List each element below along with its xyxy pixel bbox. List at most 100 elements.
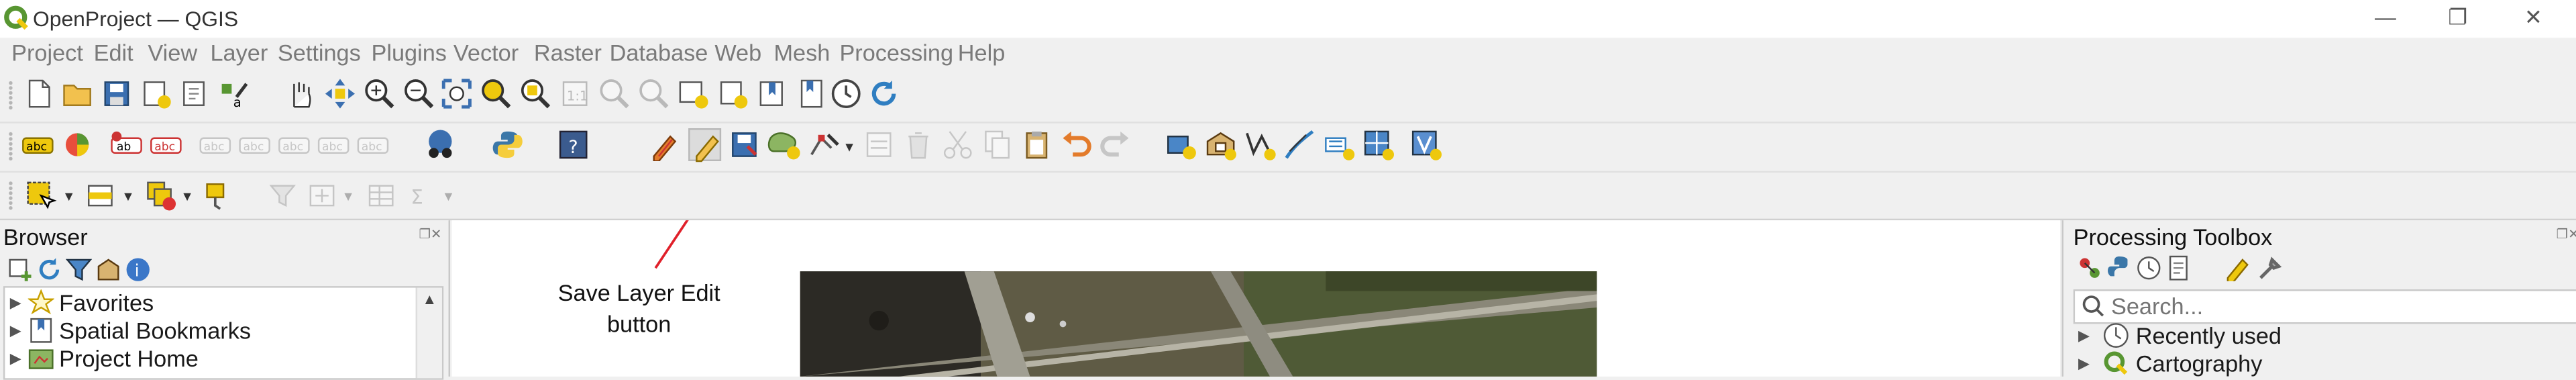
zoom-to-selection-icon[interactable] — [480, 77, 513, 110]
browser-item-spatial-bookmarks[interactable]: ▶ Spatial Bookmarks — [5, 318, 415, 346]
processing-item-cartography[interactable]: ▶ Cartography — [2074, 350, 2567, 379]
copy-features-icon[interactable] — [981, 128, 1014, 161]
edit-features-in-place-icon[interactable] — [2224, 255, 2251, 281]
temporal-controller-icon[interactable] — [830, 77, 863, 110]
pan-to-selection-icon[interactable] — [323, 77, 356, 110]
select-features-dropdown[interactable]: ▼ — [62, 190, 76, 204]
statistics-dropdown[interactable]: ▼ — [442, 190, 455, 204]
filter-icon[interactable] — [65, 256, 93, 283]
results-viewer-icon[interactable] — [2165, 255, 2192, 281]
select-by-expression-icon[interactable] — [202, 179, 235, 212]
processing-panel-controls[interactable]: ❐✕ — [2557, 227, 2576, 242]
toolbar-grip[interactable] — [8, 181, 13, 211]
open-project-icon[interactable] — [61, 77, 94, 110]
menu-plugins[interactable]: Plugins — [371, 40, 446, 66]
zoom-native-icon[interactable]: 1:1 — [559, 77, 592, 110]
field-calculator-dropdown[interactable]: ▼ — [341, 190, 355, 204]
select-by-value-icon[interactable] — [85, 179, 118, 212]
menu-settings[interactable]: Settings — [278, 40, 361, 66]
select-by-value-dropdown[interactable]: ▼ — [121, 190, 135, 204]
vertex-tool-icon[interactable] — [808, 128, 841, 161]
add-part-icon[interactable] — [1244, 128, 1277, 161]
browser-scrollbar[interactable]: ▲ — [415, 287, 442, 379]
undo-icon[interactable] — [1060, 128, 1093, 161]
change-label-icon[interactable]: abc — [356, 128, 389, 161]
processing-search-box[interactable] — [2073, 289, 2576, 324]
highlight-pinned-labels-icon[interactable]: ab — [110, 128, 143, 161]
expand-arrow-icon[interactable]: ▶ — [2078, 355, 2090, 373]
properties-icon[interactable]: i — [125, 256, 151, 283]
redo-icon[interactable] — [1099, 128, 1132, 161]
python-console-icon[interactable] — [491, 128, 524, 161]
zoom-to-layer-icon[interactable] — [519, 77, 552, 110]
browser-item-project-home[interactable]: ▶ Project Home — [5, 345, 415, 373]
help-icon[interactable]: ? — [557, 128, 590, 161]
menu-web[interactable]: Web — [714, 40, 761, 66]
save-layer-edits-icon[interactable] — [728, 128, 761, 161]
menu-database[interactable]: Database — [610, 40, 708, 66]
style-manager-icon[interactable]: a — [217, 77, 250, 110]
cut-features-icon[interactable] — [941, 128, 974, 161]
toolbar-grip[interactable] — [8, 131, 13, 162]
toggle-label-display-icon[interactable]: abc — [150, 128, 182, 161]
close-button[interactable]: ✕ — [2517, 5, 2550, 31]
refresh-icon[interactable] — [36, 256, 62, 283]
field-calculator-icon[interactable] — [306, 179, 339, 212]
menu-mesh[interactable]: Mesh — [773, 40, 830, 66]
minimize-button[interactable]: — — [2369, 5, 2402, 31]
select-features-icon[interactable] — [25, 179, 58, 212]
browser-item-favorites[interactable]: ▶ Favorites — [5, 289, 415, 318]
reshape-features-icon[interactable] — [1362, 128, 1395, 161]
layer-labeling-icon[interactable]: abc — [21, 128, 54, 161]
models-icon[interactable] — [2077, 255, 2103, 281]
modify-attributes-icon[interactable] — [863, 128, 896, 161]
deselect-features-icon[interactable] — [145, 179, 178, 212]
history-icon[interactable] — [2136, 255, 2162, 281]
menu-edit[interactable]: Edit — [94, 40, 133, 66]
restore-button[interactable]: ❐ — [2441, 5, 2474, 31]
scroll-up-icon[interactable]: ▲ — [422, 291, 437, 307]
delete-selected-icon[interactable] — [902, 128, 935, 161]
split-features-icon[interactable] — [1283, 128, 1316, 161]
new-map-view-icon[interactable] — [677, 77, 710, 110]
zoom-out-icon[interactable] — [402, 77, 435, 110]
processing-search-input[interactable] — [2110, 292, 2571, 320]
paste-features-icon[interactable] — [1020, 128, 1053, 161]
pan-icon[interactable] — [284, 77, 317, 110]
menu-raster[interactable]: Raster — [534, 40, 602, 66]
show-bookmarks-list-icon[interactable] — [795, 77, 828, 110]
map-canvas[interactable]: Save Layer Edit button — [451, 220, 2061, 377]
new-project-icon[interactable] — [23, 77, 56, 110]
add-polygon-feature-icon[interactable] — [767, 128, 800, 161]
menu-view[interactable]: View — [148, 40, 197, 66]
digitize-shape-icon[interactable] — [1165, 128, 1197, 161]
merge-features-icon[interactable] — [1409, 128, 1442, 161]
collapse-all-icon[interactable] — [95, 256, 121, 283]
statistics-icon[interactable]: Σ — [406, 179, 439, 212]
zoom-next-icon[interactable] — [637, 77, 670, 110]
menu-project[interactable]: Project — [11, 40, 83, 66]
refresh-icon[interactable] — [867, 77, 900, 110]
zoom-in-icon[interactable] — [363, 77, 396, 110]
identify-features-icon[interactable] — [424, 128, 457, 161]
attribute-table-icon[interactable] — [365, 179, 398, 212]
menu-vector[interactable]: Vector — [453, 40, 519, 66]
menu-processing[interactable]: Processing — [839, 40, 953, 66]
pin-labels-icon[interactable]: abc — [199, 128, 231, 161]
new-bookmark-icon[interactable] — [716, 77, 749, 110]
zoom-last-icon[interactable] — [598, 77, 631, 110]
deselect-features-dropdown[interactable]: ▼ — [180, 190, 194, 204]
expand-arrow-icon[interactable]: ▶ — [10, 322, 21, 340]
show-bookmarks-icon[interactable] — [756, 77, 789, 110]
filter-icon[interactable] — [266, 179, 299, 212]
layer-diagram-icon[interactable] — [61, 128, 94, 161]
menu-help[interactable]: Help — [958, 40, 1006, 66]
options-icon[interactable] — [2257, 255, 2284, 281]
layout-manager-icon[interactable] — [179, 77, 212, 110]
add-ring-icon[interactable] — [1204, 128, 1237, 161]
zoom-full-icon[interactable] — [440, 77, 473, 110]
current-edits-icon[interactable] — [649, 128, 682, 162]
browser-panel-controls[interactable]: ❐✕ — [419, 227, 441, 242]
processing-item-recently-used[interactable]: ▶ Recently used — [2074, 322, 2567, 350]
toolbar-grip[interactable] — [8, 81, 13, 111]
